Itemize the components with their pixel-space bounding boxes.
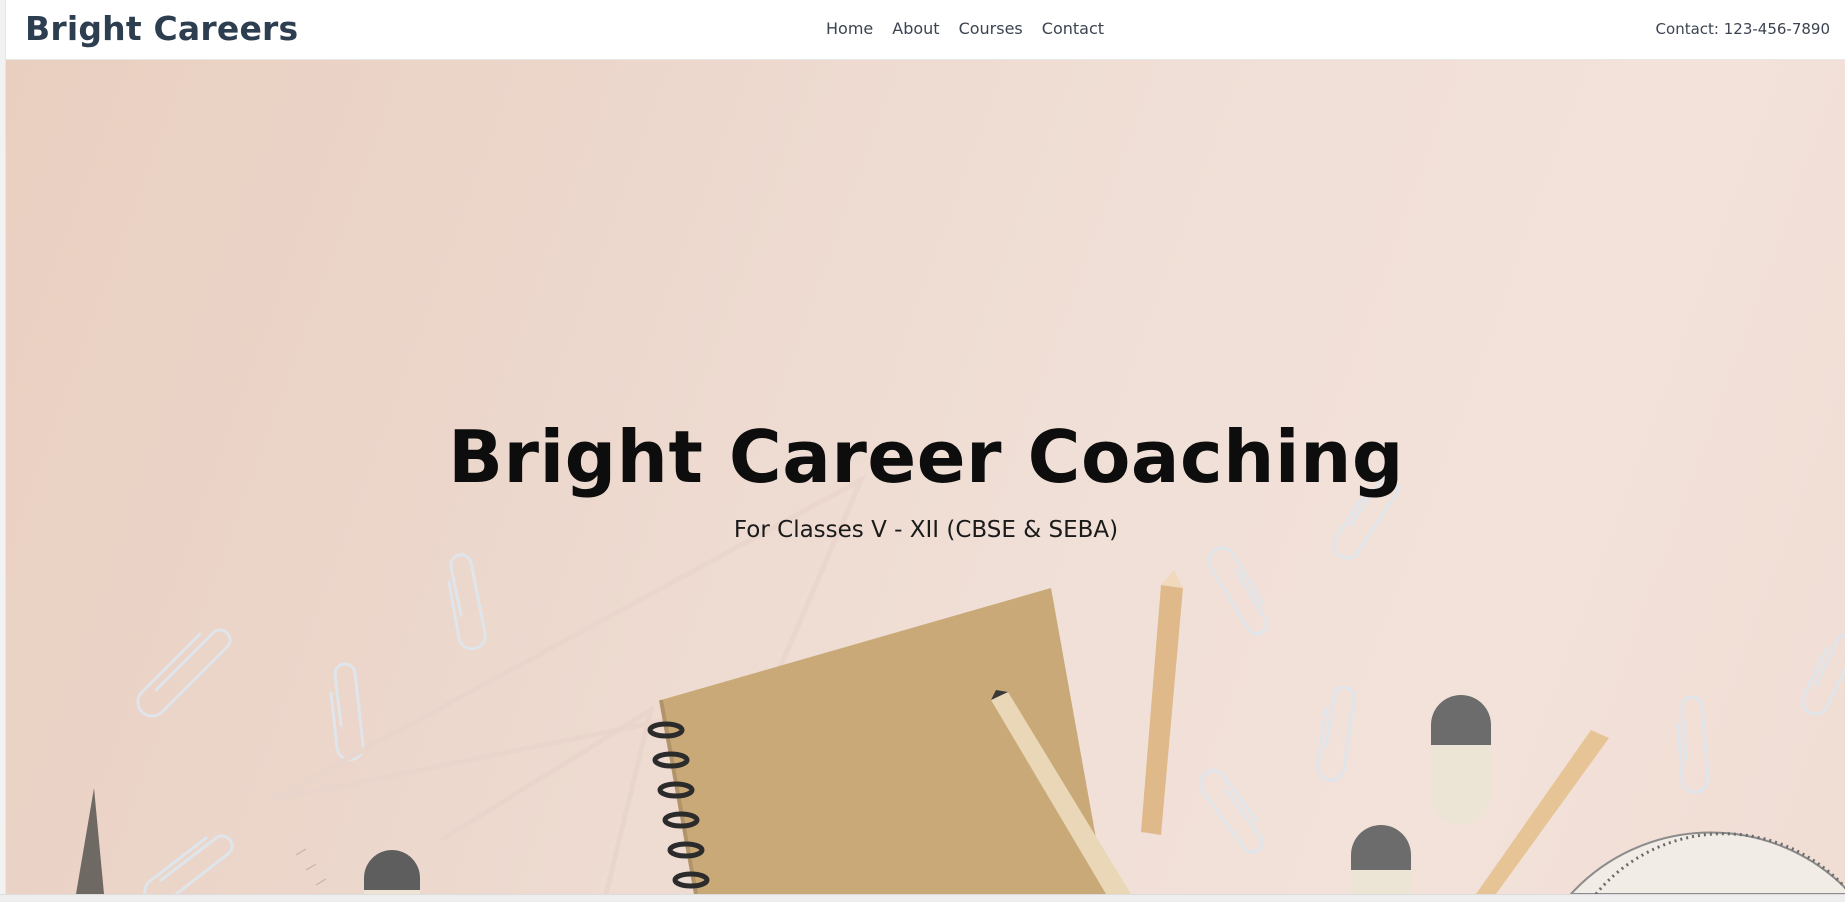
hero-section: Bright Career Coaching For Classes V - X… [6,60,1845,894]
nav-courses-link[interactable]: Courses [959,19,1023,38]
page: Bright Careers Home About Courses Contac… [5,0,1845,894]
brand-logo[interactable]: Bright Careers [25,9,298,48]
nav-contact-link[interactable]: Contact [1042,19,1104,38]
main-nav: Home About Courses Contact [826,19,1104,38]
site-header: Bright Careers Home About Courses Contac… [6,0,1845,60]
contact-phone: Contact: 123-456-7890 [1655,20,1830,38]
hero-subtitle: For Classes V - XII (CBSE & SEBA) [733,517,1119,543]
page-bottom-edge [0,894,1845,902]
nav-home-link[interactable]: Home [826,19,873,38]
hero-title: Bright Career Coaching [448,415,1404,499]
nav-about-link[interactable]: About [892,19,939,38]
